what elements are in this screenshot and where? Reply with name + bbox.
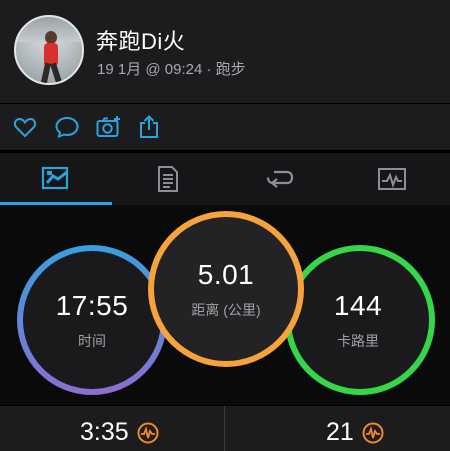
tab-overview[interactable] [0, 153, 112, 205]
avatar-runner-leg [50, 62, 62, 83]
overview-icon [41, 166, 69, 190]
share-icon[interactable] [136, 114, 162, 140]
action-bar [0, 104, 450, 150]
add-photo-icon[interactable] [96, 114, 122, 140]
pace-stat[interactable]: 3:35 [80, 418, 159, 447]
calories-metric: 144 卡路里 [292, 254, 424, 386]
calories-label: 卡路里 [337, 332, 379, 349]
distance-value: 5.01 [197, 258, 255, 290]
heart-rate-icon [137, 422, 159, 443]
tab-laps[interactable] [224, 153, 336, 205]
comment-icon[interactable] [54, 114, 80, 140]
distance-label: 距离 (公里) [191, 301, 261, 318]
activity-header: 奔跑Di火 19 1月 @ 09:24 · 跑步 [0, 0, 450, 103]
time-value: 17:55 [55, 289, 129, 321]
tab-charts[interactable] [336, 153, 448, 205]
activity-meta: 19 1月 @ 09:24 · 跑步 [97, 61, 246, 78]
tab-details[interactable] [112, 153, 224, 205]
avatar[interactable] [14, 15, 84, 85]
pace-value: 3:35 [80, 418, 129, 446]
user-name[interactable]: 奔跑Di火 [96, 24, 185, 56]
distance-metric: 5.01 距离 (公里) [158, 221, 294, 357]
details-icon [158, 166, 178, 192]
like-icon[interactable] [12, 114, 38, 140]
laps-icon [266, 170, 294, 188]
stats-divider [224, 406, 225, 451]
secondary-value: 21 [326, 418, 354, 446]
time-metric: 17:55 时间 [26, 254, 158, 386]
avatar-runner-body [44, 43, 58, 65]
time-label: 时间 [78, 332, 106, 349]
tab-bar [0, 153, 450, 205]
charts-icon [378, 168, 406, 190]
summary-rings: 17:55 时间 144 卡路里 5.01 距离 (公里) [0, 205, 450, 405]
calories-value: 144 [333, 289, 383, 321]
heart-rate-icon [362, 422, 384, 443]
secondary-stat[interactable]: 21 [326, 418, 384, 447]
